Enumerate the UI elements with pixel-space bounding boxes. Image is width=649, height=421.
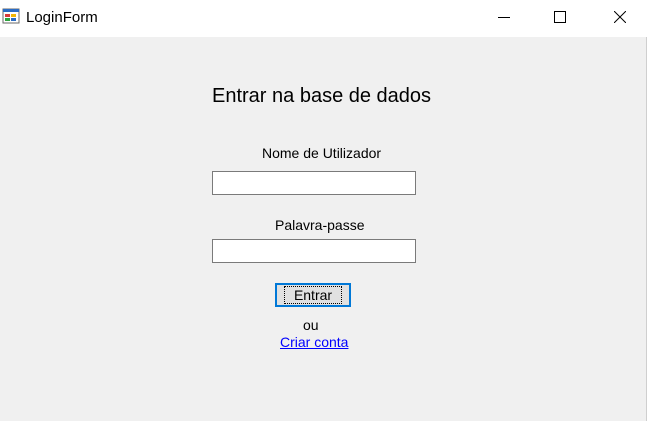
- username-label: Nome de Utilizador: [262, 145, 382, 161]
- or-separator-text: ou: [303, 317, 319, 333]
- minimize-icon: [498, 10, 510, 28]
- login-form-window: LoginForm Entrar na base de dados Nome d…: [0, 0, 647, 421]
- title-bar[interactable]: LoginForm: [0, 0, 647, 37]
- page-title: Entrar na base de dados: [212, 85, 432, 107]
- maximize-icon: [554, 10, 566, 28]
- form-client-area: Entrar na base de dados Nome de Utilizad…: [0, 37, 647, 421]
- login-button-label: Entrar: [283, 286, 343, 304]
- username-input[interactable]: [212, 171, 416, 195]
- password-label: Palavra-passe: [275, 217, 365, 233]
- close-icon: [613, 10, 627, 28]
- create-account-link[interactable]: Criar conta: [280, 334, 348, 350]
- password-input[interactable]: [212, 239, 416, 263]
- close-button[interactable]: [597, 0, 643, 37]
- maximize-button[interactable]: [537, 0, 583, 37]
- login-button[interactable]: Entrar: [275, 283, 351, 307]
- minimize-button[interactable]: [481, 0, 527, 37]
- window-title: LoginForm: [26, 9, 98, 26]
- windows-form-icon: [2, 7, 20, 25]
